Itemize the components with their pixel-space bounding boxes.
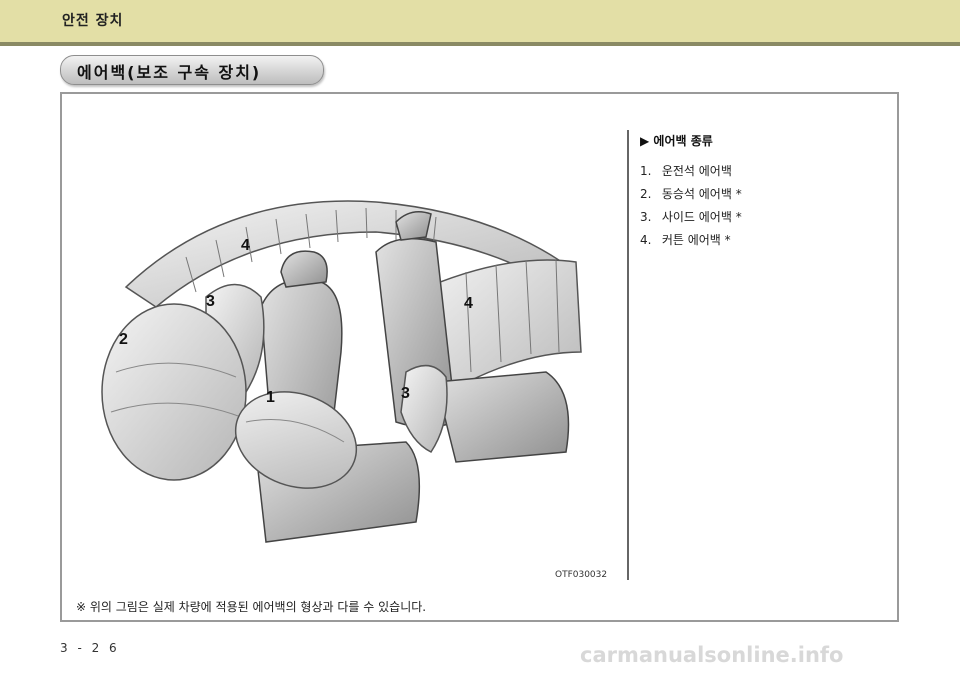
legend-item: 1. 운전석 에어백: [640, 163, 880, 179]
airbag-legend: ▶ 에어백 종류 1. 운전석 에어백 2. 동승석 에어백 * 3. 사이드 …: [640, 132, 880, 255]
header-divider: [0, 42, 960, 46]
header-band: [0, 0, 960, 42]
legend-item-number: 2.: [640, 187, 652, 201]
callout-label: 4: [241, 237, 250, 254]
watermark: carmanualsonline.info: [580, 643, 844, 667]
vertical-divider: [627, 130, 629, 580]
legend-item-label: 동승석 에어백 *: [661, 187, 742, 201]
callout-label: 3: [206, 293, 215, 310]
figure-code: OTF030032: [555, 570, 608, 580]
callout-label: 2: [119, 331, 128, 348]
figure-frame: 1 2 3 3 4 4 OTF030032 ▶ 에어백 종류 1. 운전석 에어…: [60, 92, 899, 622]
footnote: ※ 위의 그림은 실제 차량에 적용된 에어백의 형상과 다를 수 있습니다.: [76, 600, 427, 614]
front-headrest: [280, 250, 328, 288]
callout-label: 3: [401, 385, 410, 402]
legend-item: 4. 커튼 에어백 *: [640, 232, 880, 248]
legend-title: ▶ 에어백 종류: [640, 134, 713, 148]
callout-label: 1: [266, 389, 275, 406]
legend-item-label: 커튼 에어백 *: [661, 233, 731, 247]
legend-item: 2. 동승석 에어백 *: [640, 186, 880, 202]
airbag-illustration: 1 2 3 3 4 4: [101, 200, 582, 543]
legend-item-label: 운전석 에어백: [661, 164, 732, 178]
page-number: 3 - 2 6: [60, 641, 120, 655]
section-title: 에어백(보조 구속 장치): [77, 63, 262, 82]
legend-item-number: 3.: [640, 210, 652, 224]
chapter-title: 안전 장치: [62, 13, 124, 29]
legend-item-label: 사이드 에어백 *: [661, 210, 742, 224]
section-heading-pill: 에어백(보조 구속 장치): [60, 55, 324, 85]
side-airbag-rear: [400, 364, 448, 453]
legend-item-number: 1.: [640, 164, 652, 178]
legend-item: 3. 사이드 에어백 *: [640, 209, 880, 225]
legend-item-number: 4.: [640, 233, 652, 247]
rear-seat-cushion: [435, 371, 570, 463]
callout-label: 4: [464, 295, 473, 312]
